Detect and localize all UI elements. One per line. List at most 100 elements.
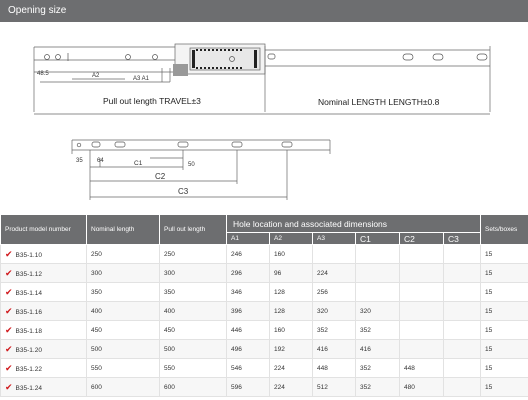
section-header: Opening size — [0, 0, 528, 22]
c2-cell — [399, 263, 444, 283]
c1-cell: 320 — [355, 301, 400, 321]
model-cell: ✔ B35-1.10 — [0, 244, 87, 264]
check-icon: ✔ — [5, 305, 13, 316]
check-icon: ✔ — [5, 362, 13, 373]
c1-cell: 352 — [355, 358, 400, 378]
c2-cell — [399, 339, 444, 359]
a1-cell: 246 — [226, 244, 270, 264]
c1-cell: 352 — [355, 320, 400, 340]
pull-cell: 300 — [159, 263, 227, 283]
c3-cell — [442, 263, 482, 283]
a2-cell: 128 — [269, 301, 313, 321]
a1-cell: 496 — [226, 339, 270, 359]
c1-cell — [355, 263, 400, 283]
table-row: ✔ B35-1.24 600 600 596 224 512 352 480 15 — [0, 377, 528, 397]
table-row: ✔ B35-1.18 450 450 446 160 352 352 15 — [0, 320, 528, 340]
model-cell: ✔ B35-1.14 — [0, 282, 87, 302]
spec-table: Product model number Nominal length Pull… — [0, 214, 528, 397]
section-title: Opening size — [8, 5, 67, 16]
a2-cell: 128 — [269, 282, 313, 302]
sets-cell: 15 — [480, 282, 528, 302]
pull-cell: 400 — [159, 301, 227, 321]
sets-cell: 15 — [480, 263, 528, 283]
nominal-cell: 600 — [86, 377, 160, 397]
header-sets: Sets/boxes — [480, 214, 528, 245]
c3-cell — [442, 377, 482, 397]
c1-cell: 352 — [355, 377, 400, 397]
check-icon: ✔ — [5, 343, 13, 354]
pull-cell: 500 — [159, 339, 227, 359]
pull-cell: 250 — [159, 244, 227, 264]
a1-cell: 296 — [226, 263, 270, 283]
a2-cell: 96 — [269, 263, 313, 283]
table-row: ✔ B35-1.14 350 350 346 128 256 15 — [0, 282, 528, 302]
sets-cell: 15 — [480, 320, 528, 340]
a3-cell: 224 — [312, 263, 356, 283]
label-50: 50 — [188, 162, 195, 168]
a3-cell: 320 — [312, 301, 356, 321]
a2-cell: 224 — [269, 358, 313, 378]
table-row: ✔ B35-1.20 500 500 496 192 416 416 15 — [0, 339, 528, 359]
label-48-5: 48.5 — [37, 71, 49, 77]
a1-cell: 446 — [226, 320, 270, 340]
label-c2: C2 — [155, 172, 166, 181]
nominal-cell: 450 — [86, 320, 160, 340]
a3-cell: 448 — [312, 358, 356, 378]
header-nominal: Nominal length — [86, 214, 160, 245]
slide-diagram: 48.5 A2 A3 A1 Pull out length TRAVEL±3 N… — [0, 22, 528, 210]
a2-cell: 192 — [269, 339, 313, 359]
a1-cell: 546 — [226, 358, 270, 378]
nominal-cell: 350 — [86, 282, 160, 302]
model-cell: ✔ B35-1.18 — [0, 320, 87, 340]
c3-cell — [442, 339, 482, 359]
a2-cell: 160 — [269, 320, 313, 340]
nominal-cell: 550 — [86, 358, 160, 378]
a1-cell: 396 — [226, 301, 270, 321]
check-icon: ✔ — [5, 381, 13, 392]
model-cell: ✔ B35-1.20 — [0, 339, 87, 359]
header-hole-group: Hole location and associated dimensions — [225, 214, 482, 233]
a2-cell: 160 — [269, 244, 313, 264]
sets-cell: 15 — [480, 339, 528, 359]
table-row: ✔ B35-1.22 550 550 546 224 448 352 448 15 — [0, 358, 528, 378]
sets-cell: 15 — [480, 301, 528, 321]
c3-cell — [442, 282, 482, 302]
table-row: ✔ B35-1.12 300 300 296 96 224 15 — [0, 263, 528, 283]
header-a1: A1 — [226, 232, 270, 245]
a1-cell: 346 — [226, 282, 270, 302]
label-c1: C1 — [134, 160, 143, 167]
label-a2: A2 — [92, 73, 100, 79]
label-travel: Pull out length TRAVEL±3 — [103, 96, 201, 106]
sets-cell: 15 — [480, 377, 528, 397]
table-row: ✔ B35-1.10 250 250 246 160 15 — [0, 244, 528, 264]
model-cell: ✔ B35-1.16 — [0, 301, 87, 321]
nominal-cell: 500 — [86, 339, 160, 359]
a3-cell: 352 — [312, 320, 356, 340]
model-cell: ✔ B35-1.22 — [0, 358, 87, 378]
check-icon: ✔ — [5, 286, 13, 297]
c2-cell: 448 — [399, 358, 444, 378]
header-c2: C2 — [399, 232, 444, 245]
model-cell: ✔ B35-1.24 — [0, 377, 87, 397]
table-row: ✔ B35-1.16 400 400 396 128 320 320 15 — [0, 301, 528, 321]
label-35: 35 — [76, 158, 83, 164]
check-icon: ✔ — [5, 267, 13, 278]
header-pull: Pull out length — [159, 214, 227, 245]
c1-cell — [355, 282, 400, 302]
c3-cell — [442, 320, 482, 340]
a3-cell: 416 — [312, 339, 356, 359]
c2-cell — [399, 301, 444, 321]
sets-cell: 15 — [480, 358, 528, 378]
header-a2: A2 — [269, 232, 313, 245]
nominal-cell: 400 — [86, 301, 160, 321]
c2-cell — [399, 244, 444, 264]
nominal-cell: 250 — [86, 244, 160, 264]
header-a3: A3 — [312, 232, 356, 245]
slide-drawing: 48.5 A2 A3 A1 Pull out length TRAVEL±3 N… — [33, 43, 491, 200]
label-nominal: Nominal LENGTH LENGTH±0.8 — [318, 97, 440, 107]
header-c1: C1 — [355, 232, 400, 245]
c3-cell — [442, 244, 482, 264]
sets-cell: 15 — [480, 244, 528, 264]
a3-cell: 256 — [312, 282, 356, 302]
nominal-cell: 300 — [86, 263, 160, 283]
